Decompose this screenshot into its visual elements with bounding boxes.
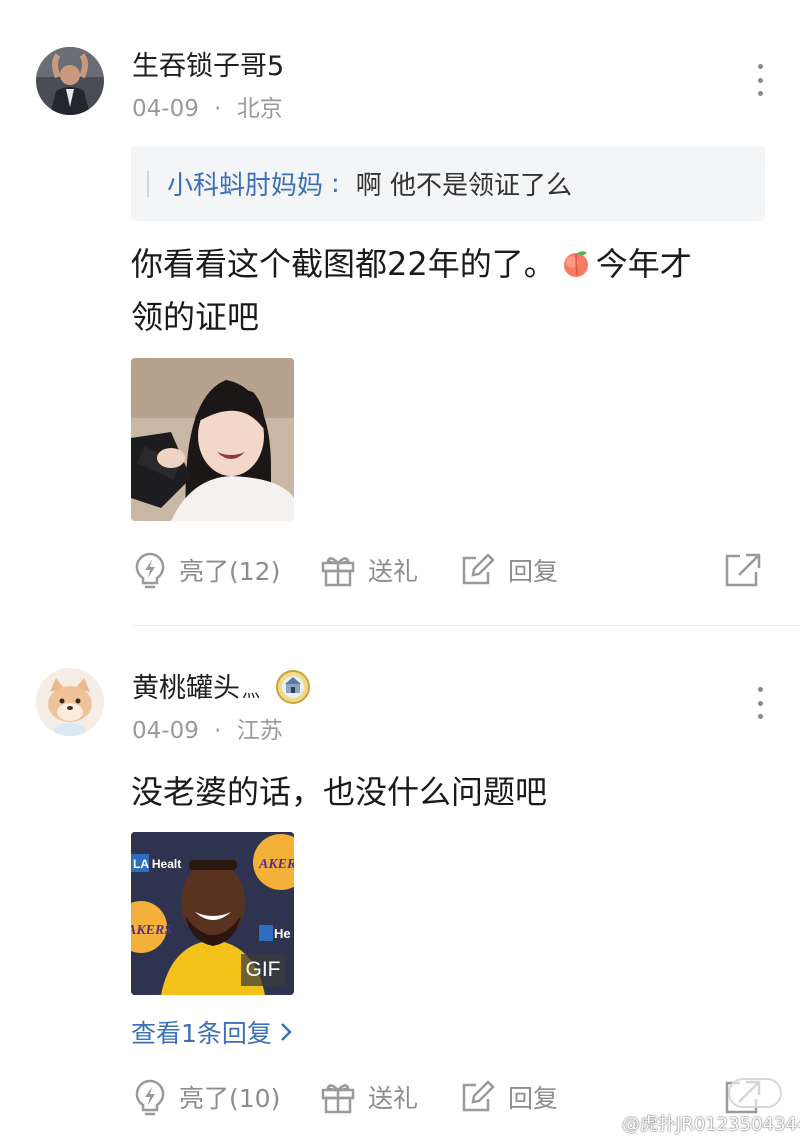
comment-location: 北京 xyxy=(236,96,283,122)
comment-body-line: 你看看这个截图都22年的了。 今年才 xyxy=(131,238,771,291)
username-text: 黄桃罐头 xyxy=(132,673,240,704)
meta-separator: · xyxy=(214,96,222,122)
comment-location: 江苏 xyxy=(236,718,283,744)
comment-date: 04-09 xyxy=(132,718,199,744)
like-button[interactable]: 亮了(10) xyxy=(133,1075,280,1119)
more-options-button[interactable] xyxy=(748,60,772,100)
gif-badge: GIF xyxy=(241,954,285,986)
reply-button[interactable]: 回复 xyxy=(460,1075,558,1119)
quoted-username[interactable]: 小科蚪肘妈妈 xyxy=(167,165,323,202)
watermark: @虎扑JR0123504344 xyxy=(622,1114,800,1135)
share-button[interactable] xyxy=(724,548,774,592)
backdrop-text: He xyxy=(274,926,291,941)
lightbulb-icon xyxy=(135,552,165,589)
meta-separator: · xyxy=(214,718,222,744)
comment-body: 没老婆的话，也没什么问题吧 xyxy=(131,766,771,819)
gift-label: 送礼 xyxy=(368,557,419,586)
reply-label: 回复 xyxy=(508,1084,559,1113)
watermark-logo xyxy=(728,1078,782,1108)
quote-bar xyxy=(147,170,149,197)
gift-label: 送礼 xyxy=(368,1084,419,1113)
quote-colon: : xyxy=(331,168,340,199)
username-suffix: 灬 xyxy=(242,681,260,702)
badge-icon xyxy=(275,670,310,704)
like-count: 亮了(10) xyxy=(179,1084,281,1113)
dot-icon xyxy=(757,687,763,692)
reply-button[interactable]: 回复 xyxy=(460,548,558,592)
comment-text: 你看看这个截图都22年的了。 xyxy=(131,245,556,283)
dot-icon xyxy=(757,714,763,719)
view-replies-link[interactable]: 查看1条回复 xyxy=(131,1014,294,1050)
gift-button[interactable]: 送礼 xyxy=(320,548,418,592)
divider xyxy=(131,625,800,626)
avatar[interactable] xyxy=(36,47,104,115)
gift-button[interactable]: 送礼 xyxy=(320,1075,418,1119)
username[interactable]: 黄桃罐头灬 xyxy=(132,666,311,705)
comment-meta: 04-09 · 江苏 xyxy=(132,711,283,745)
edit-icon xyxy=(462,553,495,585)
like-count: 亮了(12) xyxy=(179,557,281,586)
comment-image[interactable]: LA Healt AKERS AKERS He GIF xyxy=(131,832,294,995)
gift-icon xyxy=(321,1084,355,1114)
peach-icon xyxy=(563,251,588,277)
gift-icon xyxy=(321,557,355,587)
dot-icon xyxy=(757,77,763,83)
lightbulb-icon xyxy=(135,1079,165,1116)
comment-actions: 亮了(12) 送礼 回复 xyxy=(0,548,800,592)
dot-icon xyxy=(757,700,763,706)
comment-meta: 04-09 · 北京 xyxy=(132,89,283,123)
like-button[interactable]: 亮了(12) xyxy=(133,548,280,592)
username[interactable]: 生吞锁子哥5 xyxy=(132,44,284,83)
view-replies-label: 查看1条回复 xyxy=(131,1019,272,1048)
backdrop-text: AKERS xyxy=(258,857,294,872)
edit-icon xyxy=(462,1080,495,1112)
share-icon xyxy=(725,553,761,587)
comment-text: 领的证吧 xyxy=(131,298,260,336)
backdrop-text: LA Healt xyxy=(133,857,181,871)
quoted-text: 啊 他不是领证了么 xyxy=(355,171,573,201)
avatar[interactable] xyxy=(36,668,104,736)
quoted-reply[interactable]: 小科蚪肘妈妈 : 啊 他不是领证了么 xyxy=(131,146,765,221)
comment-body: 你看看这个截图都22年的了。 今年才 领的证吧 xyxy=(131,238,771,344)
comment-text: 今年才 xyxy=(595,245,692,283)
comment-date: 04-09 xyxy=(132,96,199,122)
more-options-button[interactable] xyxy=(748,683,772,723)
chevron-right-icon xyxy=(281,1023,292,1041)
dot-icon xyxy=(757,64,763,69)
comment-text: 没老婆的话，也没什么问题吧 xyxy=(131,773,548,811)
backdrop-text: AKERS xyxy=(131,923,172,938)
comment-image[interactable] xyxy=(131,358,294,521)
reply-label: 回复 xyxy=(508,557,559,586)
dot-icon xyxy=(757,91,763,96)
